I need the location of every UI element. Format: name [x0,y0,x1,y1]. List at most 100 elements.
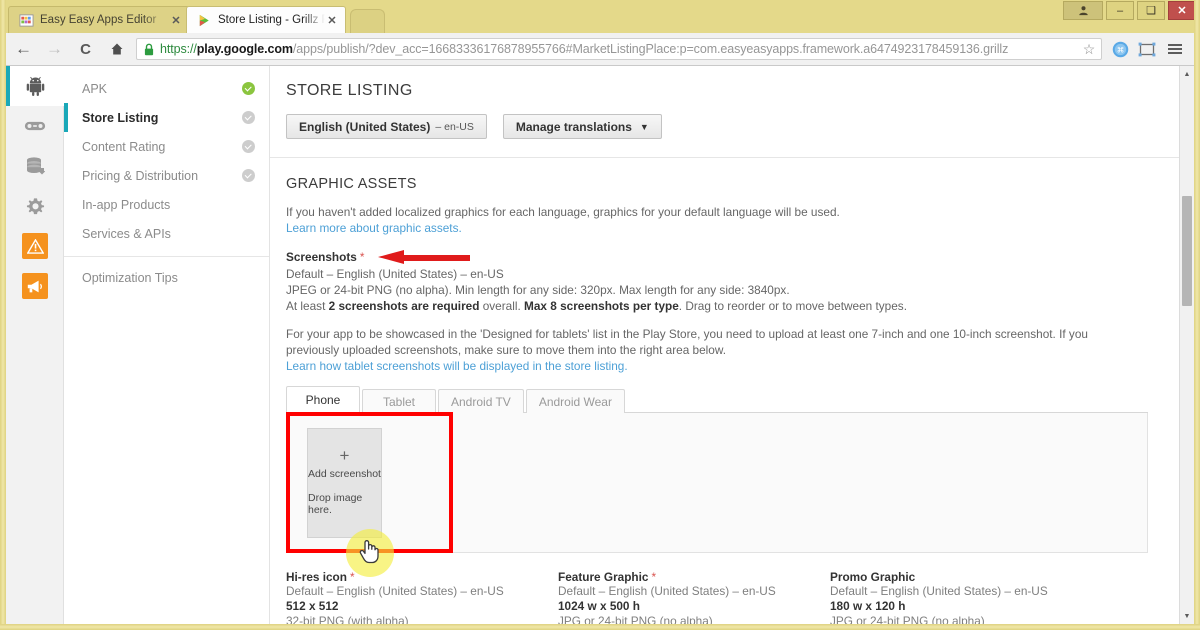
page-title: STORE LISTING [270,66,1180,100]
sidebar-item-store-listing[interactable]: Store Listing [64,103,269,132]
app-editor-icon [19,13,34,28]
learn-more-graphic-assets-link[interactable]: Learn more about graphic assets. [286,220,1180,236]
asset-title-text: Promo Graphic [830,570,915,584]
browser-window: Easy Easy Apps Editor ✕ Store Listing - … [0,0,1200,630]
sidebar-item-in-app-products[interactable]: In-app Products [64,190,269,219]
asset-promo-graphic: Promo Graphic Default – English (United … [830,570,1052,624]
sidebar-item-optimization-tips[interactable]: Optimization Tips [64,263,269,292]
svg-text:⌘: ⌘ [1116,45,1124,54]
asset-default-language: Default – English (United States) – en-U… [286,584,508,599]
new-tab-button[interactable] [350,9,385,34]
window-frame-right [1194,0,1200,630]
back-button[interactable]: ← [10,36,37,63]
rail-item-database[interactable] [6,146,64,186]
browser-tab-store-listing[interactable]: Store Listing - Grillz Resta ✕ [186,6,346,33]
tab-close-icon[interactable]: ✕ [325,14,339,27]
alert-triangle-icon [27,239,44,254]
status-check-icon [242,82,255,95]
page-scrollbar[interactable]: ▲ ▼ [1179,66,1194,624]
close-button[interactable]: ✕ [1168,1,1196,20]
asset-default-language: Default – English (United States) – en-U… [558,584,780,599]
tab-title: Easy Easy Apps Editor [40,14,169,26]
window-frame-bottom [0,624,1200,630]
tab-android-tv[interactable]: Android TV [438,389,524,413]
reload-button[interactable]: C [72,36,99,63]
game-controller-icon [24,118,46,134]
required-asterisk: * [350,570,355,584]
sidebar-divider [64,256,269,257]
main-content: STORE LISTING English (United States) – … [270,66,1180,624]
screenshots-count-requirements: At least 2 screenshots are required over… [286,298,1180,314]
asset-title: Hi-res icon* [286,570,508,584]
rail-item-games[interactable] [6,106,64,146]
sidebar-item-apk[interactable]: APK [64,74,269,103]
maximize-button[interactable]: ❑ [1137,1,1165,20]
url-path: /apps/publish/?dev_acc=16683336176878955… [293,42,1008,56]
screenshots-format-requirements: JPEG or 24-bit PNG (no alpha). Min lengt… [286,282,1180,298]
chevron-down-icon: ▼ [640,122,649,132]
tab-phone[interactable]: Phone [286,386,360,413]
scroll-down-arrow-icon[interactable]: ▼ [1180,609,1194,623]
screenshots-heading: Screenshots [286,250,357,264]
sidebar-item-pricing-distribution[interactable]: Pricing & Distribution [64,161,269,190]
rail-item-settings[interactable] [6,186,64,226]
address-bar[interactable]: https://play.google.com/apps/publish/?de… [136,38,1102,60]
extension-icon[interactable]: ⌘ [1108,37,1132,61]
graphic-assets-intro: If you haven't added localized graphics … [270,192,1180,236]
language-selector-button[interactable]: English (United States) – en-US [286,114,487,139]
rail-item-announcements[interactable] [6,266,64,306]
rule-prefix: At least [286,299,329,313]
language-label: English (United States) [299,120,430,134]
asset-dimensions: 180 w x 120 h [830,599,1052,614]
url-text: https://play.google.com/apps/publish/?de… [160,42,1081,56]
url-scheme: https:// [160,42,197,56]
asset-format: JPG or 24-bit PNG (no alpha) [558,614,780,624]
tablet-screenshots-link[interactable]: Learn how tablet screenshots will be dis… [286,358,1180,374]
rule-middle: overall. [479,299,524,313]
tab-tablet[interactable]: Tablet [362,389,436,413]
play-store-icon [197,13,212,28]
add-screenshot-dropzone[interactable]: + Add screenshot Drop image here. [307,428,382,538]
required-asterisk: * [651,570,656,584]
browser-tab-app-editor[interactable]: Easy Easy Apps Editor ✕ [8,6,190,33]
required-asterisk: * [360,250,365,264]
minimize-button[interactable]: – [1106,1,1134,20]
android-icon [25,76,46,97]
cast-icon[interactable] [1135,37,1159,61]
tab-title: Store Listing - Grillz Resta [218,14,325,26]
tab-android-wear[interactable]: Android Wear [526,389,625,413]
forward-button[interactable]: → [41,36,68,63]
screenshots-heading-row: Screenshots * [270,236,1180,264]
asset-columns: Hi-res icon* Default – English (United S… [286,570,1148,624]
sidebar-nav: APK Store Listing Content Rating Pricing… [64,66,270,624]
scroll-up-arrow-icon[interactable]: ▲ [1180,67,1194,81]
sidebar-item-services-apis[interactable]: Services & APIs [64,219,269,248]
browser-menu-icon[interactable] [1162,36,1188,62]
scrollbar-thumb[interactable] [1182,196,1192,306]
rule-max-screenshots: Max 8 screenshots per type [524,299,679,313]
rail-item-alerts[interactable] [6,226,64,266]
graphic-assets-title: GRAPHIC ASSETS [270,158,1180,192]
gear-icon [26,197,45,216]
user-icon [1078,5,1089,16]
sidebar-item-content-rating[interactable]: Content Rating [64,132,269,161]
database-icon [25,156,45,176]
screenshots-default-language: Default – English (United States) – en-U… [286,266,1180,282]
screenshots-description: Default – English (United States) – en-U… [270,264,1180,374]
megaphone-icon [26,279,44,294]
sidebar-item-label: In-app Products [82,198,255,212]
icon-rail [6,66,64,624]
rule-min-screenshots: 2 screenshots are required [329,299,480,313]
asset-format: 32-bit PNG (with alpha) [286,614,508,624]
asset-format: JPG or 24-bit PNG (no alpha) [830,614,1052,624]
tab-strip: Easy Easy Apps Editor ✕ Store Listing - … [0,0,1200,33]
bookmark-star-icon[interactable]: ☆ [1081,41,1097,58]
sidebar-item-label: Pricing & Distribution [82,169,242,183]
rail-item-android[interactable] [6,66,64,106]
tab-close-icon[interactable]: ✕ [169,14,183,27]
home-button[interactable] [103,36,130,63]
manage-translations-button[interactable]: Manage translations ▼ [503,114,662,139]
user-profile-button[interactable] [1063,1,1103,20]
drop-image-label: Drop image here. [308,492,381,516]
announcement-badge [22,273,48,299]
